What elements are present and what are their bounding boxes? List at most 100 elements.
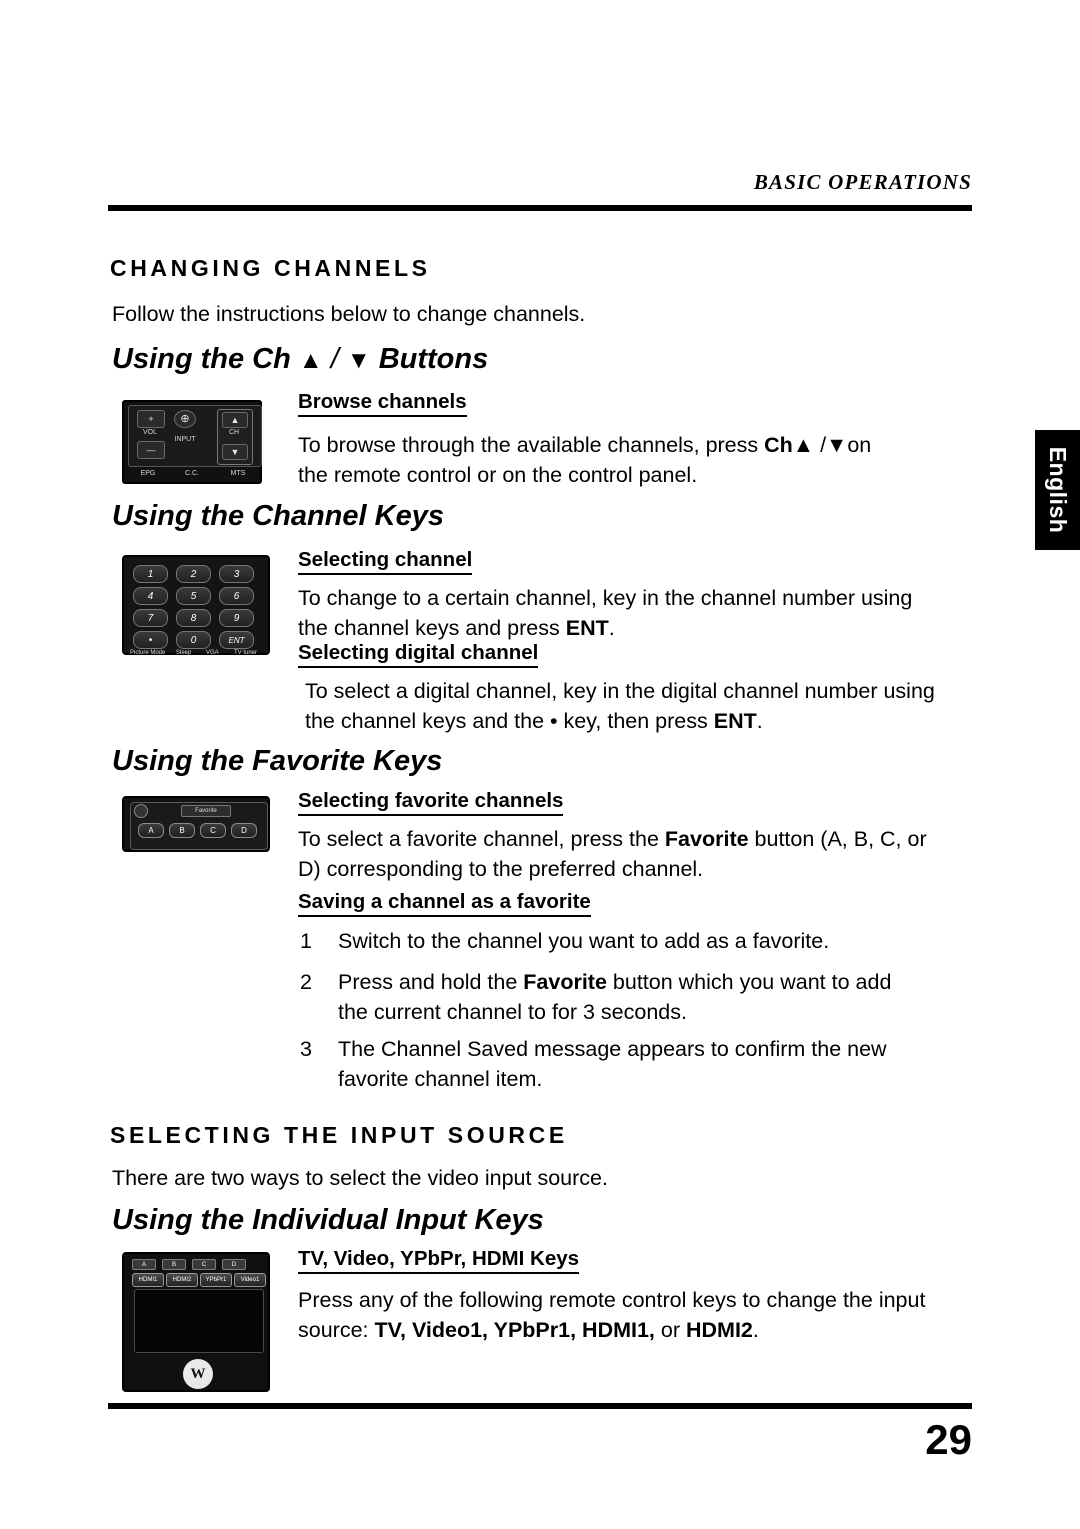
selecting-channel-line2-a: the channel keys and press	[298, 616, 560, 640]
input-top-key-c: C	[192, 1259, 216, 1270]
step-2: 2 Press and hold the Favorite button whi…	[300, 967, 980, 1027]
label-sleep: Sleep	[176, 650, 192, 656]
key-7: 7	[133, 609, 168, 627]
key-1: 1	[133, 565, 168, 583]
graphic-remote-input-keys: A B C D HDMI1 HDMI2 YPbPr1 Video1 W	[122, 1252, 270, 1392]
input-line2-c: or	[660, 1318, 681, 1342]
topic-body-selecting-digital-channel: To select a digital channel, key in the …	[305, 676, 985, 736]
key-9: 9	[219, 609, 254, 627]
selecting-channel-line2-c: .	[608, 616, 615, 640]
footer-rule	[108, 1403, 972, 1409]
step-2-text-c: button which you want to add	[612, 970, 892, 994]
favorite-key-c: C	[200, 823, 226, 838]
topic-body-input-keys: Press any of the following remote contro…	[298, 1285, 988, 1345]
key-ent: ENT	[219, 631, 254, 649]
section-intro-changing-channels: Follow the instructions below to change …	[112, 302, 586, 326]
subsection-title-channel-keys: Using the Channel Keys	[112, 500, 444, 532]
input-key-ypbpr1: YPbPr1	[200, 1273, 232, 1287]
label-tv-tuner: TV tuner	[234, 650, 258, 656]
key-4: 4	[133, 587, 168, 605]
mts-label: MTS	[230, 470, 246, 477]
key-0: 0	[176, 631, 211, 649]
remote-blank-panel	[134, 1289, 264, 1353]
vol-label: VOL	[142, 429, 157, 436]
manual-page: BASIC OPERATIONS English CHANGING CHANNE…	[0, 0, 1080, 1529]
topic-body-selecting-channel: To change to a certain channel, key in t…	[298, 583, 978, 643]
subsection-title-individual-input-keys: Using the Individual Input Keys	[112, 1204, 544, 1236]
graphic-remote-numeric-keypad: 1 2 3 4 5 6 7 8 9 • 0 ENT Picture Mode S…	[122, 555, 270, 656]
topic-body-browse-channels: To browse through the available channels…	[298, 430, 978, 490]
topic-title-input-keys: TV, Video, YPbPr, HDMI Keys	[298, 1247, 580, 1274]
step-2-text-d: the current channel to for 3 seconds.	[338, 1000, 687, 1024]
step-1-number: 1	[300, 929, 312, 953]
topic-title-browse-channels: Browse channels	[298, 390, 467, 417]
subsection-title-favorite-keys: Using the Favorite Keys	[112, 745, 443, 777]
topic-title-selecting-digital-channel: Selecting digital channel	[298, 641, 539, 668]
selecting-channel-ent: ENT	[565, 616, 609, 640]
digital-line1: To select a digital channel, key in the …	[305, 679, 935, 703]
step-1: 1 Switch to the channel you want to add …	[300, 926, 980, 956]
ch-down-key: ▼	[222, 444, 248, 460]
ch-up-arrow-icon: ▲	[792, 433, 815, 457]
running-header-title: BASIC OPERATIONS	[753, 170, 972, 194]
input-key-video1: Video1	[234, 1273, 266, 1287]
favorite-power-icon	[134, 804, 148, 818]
key-5: 5	[176, 587, 211, 605]
browse-line2: the remote control or on the control pan…	[298, 463, 698, 487]
step-2-text: Press and hold the Favorite button which…	[338, 967, 980, 1027]
subsection-title-ch-buttons-sep: /	[330, 343, 339, 375]
favorite-key-b: B	[169, 823, 195, 838]
fav-line2: D) corresponding to the preferred channe…	[298, 857, 704, 881]
key-6: 6	[219, 587, 254, 605]
digital-line2-c: .	[756, 709, 763, 733]
ch-up-key: ▲	[222, 412, 248, 428]
ch-down-arrow-icon: ▼	[826, 433, 848, 457]
triangle-down-icon: ▼	[346, 347, 371, 374]
page-number: 29	[925, 1416, 972, 1463]
step-3-text-a: The Channel Saved message appears to con…	[338, 1037, 887, 1061]
topic-title-selecting-favorite-channels: Selecting favorite channels	[298, 789, 564, 816]
input-line2-b: TV, Video1, YPbPr1, HDMI1,	[374, 1318, 655, 1342]
input-key-hdmi2: HDMI2	[166, 1273, 198, 1287]
ch-label: CH	[228, 429, 240, 436]
input-label: INPUT	[174, 436, 196, 443]
step-3-text-d: favorite channel item.	[338, 1067, 543, 1091]
section-intro-input-source: There are two ways to select the video i…	[112, 1166, 608, 1190]
topic-title-selecting-channel: Selecting channel	[298, 548, 473, 575]
input-key-hdmi1: HDMI1	[132, 1273, 164, 1287]
label-picture-mode: Picture Mode	[130, 650, 166, 656]
key-8: 8	[176, 609, 211, 627]
header-rule	[108, 205, 972, 211]
step-3-number: 3	[300, 1037, 312, 1061]
input-line2-d: HDMI2	[686, 1318, 753, 1342]
vol-down-key: —	[137, 441, 165, 459]
digital-line2-a: the channel keys and the • key, then pre…	[305, 709, 708, 733]
step-3-text: The Channel Saved message appears to con…	[338, 1034, 980, 1094]
favorite-frame: Favorite A B C D	[130, 802, 268, 850]
browse-line1-a: To browse through the available channels…	[298, 433, 759, 457]
browse-line1-b: Ch	[764, 433, 793, 457]
selecting-channel-line1: To change to a certain channel, key in t…	[298, 586, 913, 610]
fav-line1-c: button (A, B, C, or	[754, 827, 927, 851]
digital-ent: ENT	[713, 709, 757, 733]
cc-label: C.C.	[185, 470, 199, 477]
subsection-title-ch-buttons-post: Buttons	[378, 343, 489, 375]
step-2-text-b: Favorite	[523, 970, 607, 994]
subsection-title-ch-buttons: Using the Ch ▲ / ▼ Buttons	[112, 343, 488, 376]
label-vga: VGA	[206, 650, 219, 656]
step-3: 3 The Channel Saved message appears to c…	[300, 1034, 980, 1094]
input-top-key-b: B	[162, 1259, 186, 1270]
favorite-key-a: A	[138, 823, 164, 838]
language-tab-label: English	[1045, 446, 1071, 534]
graphic-control-panel-vol-ch: + VOL — ⊕ INPUT ▲ CH ▼ EPG C.C. MTS	[122, 400, 262, 484]
input-line1: Press any of the following remote contro…	[298, 1288, 926, 1312]
browse-line1-c: on	[847, 433, 872, 457]
input-top-key-a: A	[132, 1259, 156, 1270]
section-heading-changing-channels: CHANGING CHANNELS	[110, 255, 431, 281]
favorite-title: Favorite	[181, 805, 231, 817]
key-2: 2	[176, 565, 211, 583]
favorite-key-d: D	[231, 823, 257, 838]
topic-title-saving-favorite: Saving a channel as a favorite	[298, 890, 591, 917]
epg-label: EPG	[140, 470, 156, 477]
input-circle-icon: ⊕	[174, 410, 196, 428]
